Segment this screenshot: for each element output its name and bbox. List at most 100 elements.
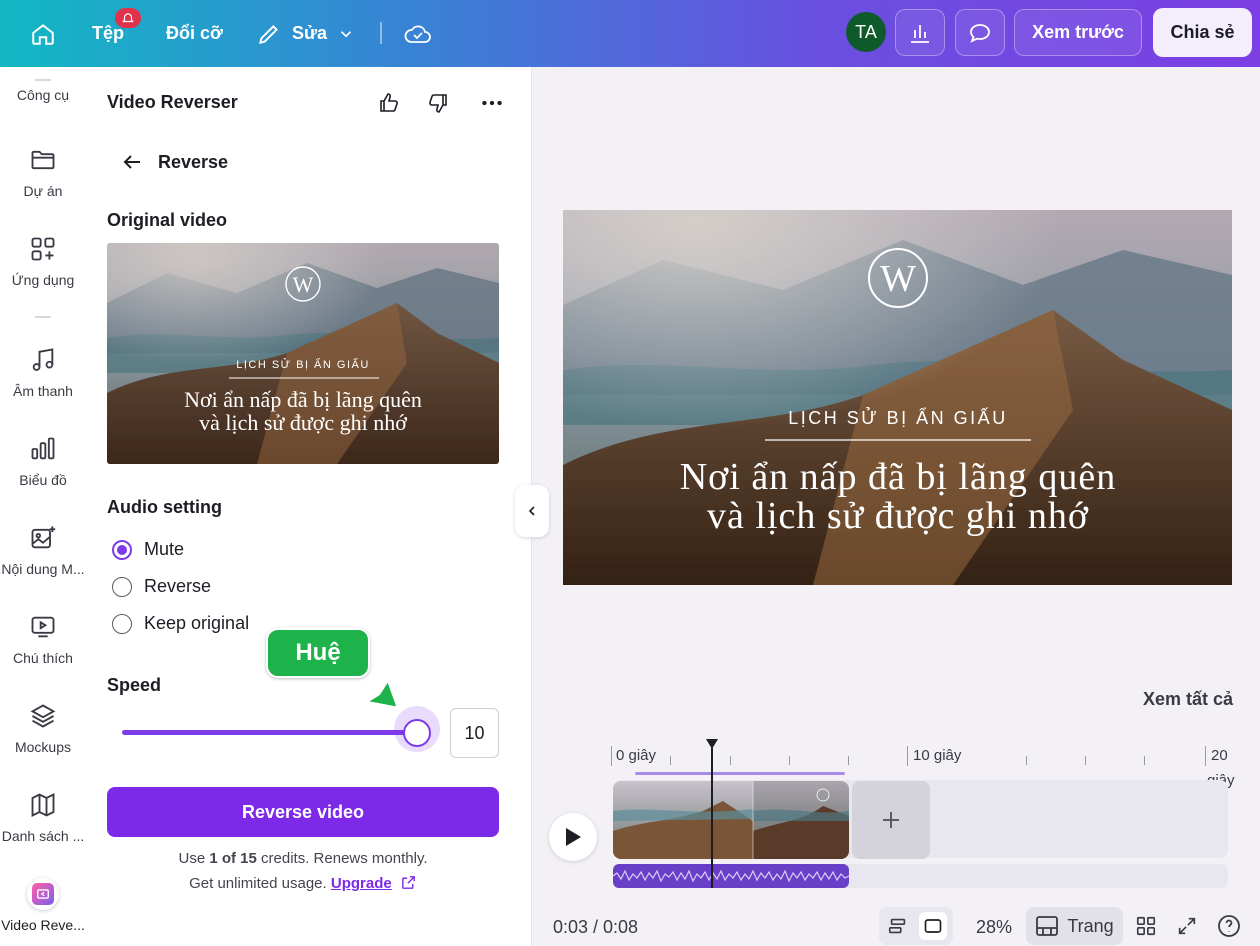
map-icon [29, 788, 57, 822]
arrow-left-icon [123, 155, 140, 169]
bell-icon [121, 13, 135, 23]
sidebar-item-label: Dự án [23, 183, 63, 199]
sidebar-item-label: Chú thích [13, 650, 73, 666]
sidebar-item-label: Danh sách ... [1, 828, 85, 844]
cloud-save-status[interactable] [403, 0, 433, 67]
radio-button[interactable] [112, 539, 132, 560]
more-horizontal-icon [482, 100, 502, 106]
audio-option-mute[interactable]: Mute [112, 539, 184, 560]
audio-clip[interactable] [613, 864, 849, 888]
help-button[interactable] [1217, 914, 1241, 943]
sidebar-item-apps[interactable]: Ứng dụng [0, 232, 86, 288]
collaborator-name-tag: Huệ [266, 628, 370, 678]
thumbs-down-button[interactable] [424, 89, 452, 117]
play-button[interactable] [549, 813, 597, 861]
timeline: 0 giây 10 giây 20 giây [545, 728, 1260, 898]
preview-button[interactable]: Xem trước [1014, 9, 1142, 56]
bar-chart-icon [911, 24, 929, 43]
playhead-marker-icon[interactable] [705, 738, 719, 750]
insights-button[interactable] [895, 9, 945, 56]
tick-label-10: 10 giây [913, 747, 962, 764]
sidebar-item-video-reverser[interactable]: Video Reve... [0, 877, 86, 933]
thumb-headline-2: và lịch sử được ghi nhớ [199, 410, 407, 435]
comments-button[interactable] [955, 9, 1005, 56]
sidebar-item-audio[interactable]: Âm thanh [0, 343, 86, 399]
thumb-subtitle: LỊCH SỬ BỊ ẨN GIẤU [236, 358, 370, 371]
layers-icon [29, 699, 57, 733]
notification-badge [115, 8, 141, 28]
zoom-level[interactable]: 28% [976, 917, 1012, 938]
unlimited-text: Get unlimited usage. [189, 875, 331, 892]
credits-prefix: Use [178, 850, 210, 867]
credits-count: 1 of 15 [209, 850, 257, 867]
design-canvas[interactable]: W LỊCH SỬ BỊ ẨN GIẤU Nơi ẩn nấp đã bị lã… [563, 210, 1232, 585]
avatar[interactable]: TA [846, 12, 886, 52]
thumbnail-image: W LỊCH SỬ BỊ ẨN GIẤU Nơi ẩn nấp đã bị lã… [107, 243, 499, 464]
audio-option-reverse[interactable]: Reverse [112, 576, 211, 597]
tick [670, 756, 671, 765]
radio-button[interactable] [112, 576, 132, 597]
timeline-view-button[interactable] [887, 915, 909, 942]
video-frame: W LỊCH SỬ BỊ ẨN GIẤU Nơi ẩn nấp đã bị lã… [563, 210, 1232, 585]
sidebar-item-label: Ứng dụng [11, 272, 75, 288]
magic-image-icon [29, 521, 57, 555]
sidebar-item-mockups[interactable]: Mockups [0, 699, 86, 755]
share-button[interactable]: Chia sẻ [1153, 8, 1252, 57]
app-panel: Video Reverser Reverse Original video W … [86, 67, 532, 946]
speed-slider-track[interactable] [122, 730, 418, 735]
playhead[interactable] [711, 748, 713, 888]
collapse-panel-button[interactable] [515, 485, 549, 537]
audio-waveform [613, 869, 849, 883]
back-label: Reverse [158, 151, 229, 172]
bar-chart-icon [29, 432, 57, 466]
sidebar-item-tools[interactable]: Công cụ [0, 81, 86, 103]
more-options-button[interactable] [478, 89, 506, 117]
canvas-logo-letter: W [880, 258, 916, 300]
sidebar-item-captions[interactable]: Chú thích [0, 610, 86, 666]
audio-option-keep-original[interactable]: Keep original [112, 613, 249, 634]
timeline-marker [907, 746, 908, 766]
sidebar-item-charts[interactable]: Biểu đồ [0, 432, 86, 488]
back-button[interactable]: Reverse [120, 150, 228, 174]
tick [1026, 756, 1027, 765]
edit-menu-button[interactable]: Sửa [256, 0, 355, 67]
tick [730, 756, 731, 765]
canvas-subtitle: LỊCH SỬ BỊ ẨN GIẤU [788, 407, 1007, 428]
sidebar-item-projects[interactable]: Dự án [0, 143, 86, 199]
reverse-video-button[interactable]: Reverse video [107, 787, 499, 837]
original-video-heading: Original video [107, 210, 228, 230]
top-toolbar: Tệp Đổi cỡ Sửa TA Xem trước Chia sẻ [0, 0, 1260, 67]
grid-icon [1136, 916, 1156, 936]
video-reverser-app-icon [27, 877, 59, 911]
pages-button[interactable]: Trang [1026, 907, 1123, 945]
see-all-link[interactable]: Xem tất cả [1143, 689, 1233, 710]
speed-slider-handle[interactable] [403, 719, 431, 747]
thumbs-up-icon [380, 93, 398, 112]
toolbar-divider [380, 22, 382, 44]
video-clip[interactable] [613, 781, 849, 859]
speed-heading: Speed [107, 675, 162, 695]
pages-label: Trang [1067, 915, 1114, 936]
grid-view-button[interactable] [1135, 915, 1157, 942]
bottom-bar: 0:03 / 0:08 28% Trang [533, 905, 1260, 946]
speed-value-input[interactable]: 10 [450, 708, 499, 758]
original-video-thumbnail[interactable]: W LỊCH SỬ BỊ ẨN GIẤU Nơi ẩn nấp đã bị lã… [107, 243, 499, 464]
upgrade-link[interactable]: Upgrade [331, 875, 392, 892]
chevron-left-icon [528, 506, 535, 516]
thumbs-up-button[interactable] [375, 89, 403, 117]
apps-icon [29, 232, 57, 266]
scene-view-button[interactable] [919, 912, 947, 940]
external-link-icon [402, 876, 415, 889]
fullscreen-button[interactable] [1176, 915, 1198, 942]
home-button[interactable] [30, 0, 56, 67]
tick [1085, 756, 1086, 765]
radio-button[interactable] [112, 613, 132, 634]
sidebar-item-magic-media[interactable]: Nội dung M... [0, 521, 86, 577]
sidebar-item-list[interactable]: Danh sách ... [0, 788, 86, 844]
comment-icon [970, 23, 990, 43]
tick-label-0: 0 giây [616, 747, 657, 764]
resize-button[interactable]: Đổi cỡ [166, 0, 223, 67]
add-clip-button[interactable] [852, 781, 930, 859]
sidebar-item-label: Mockups [14, 739, 72, 755]
tick-label-20: 20 [1211, 747, 1228, 764]
